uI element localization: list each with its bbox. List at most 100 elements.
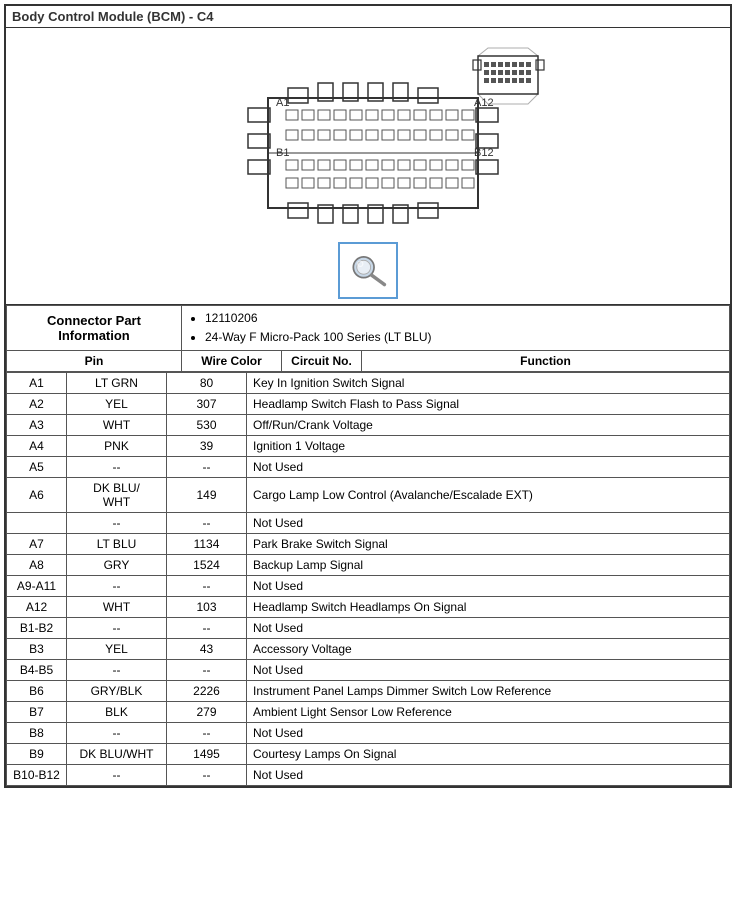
- svg-text:B12: B12: [474, 147, 494, 159]
- cell-wire: --: [67, 576, 167, 597]
- cell-function: Courtesy Lamps On Signal: [247, 744, 730, 765]
- cell-wire: --: [67, 723, 167, 744]
- header-function: Function: [362, 351, 730, 372]
- cell-function: Not Used: [247, 576, 730, 597]
- cell-wire: --: [67, 660, 167, 681]
- cell-circuit: 279: [167, 702, 247, 723]
- part-info-cell: 12110206 24-Way F Micro-Pack 100 Series …: [182, 306, 730, 351]
- cell-pin: B8: [7, 723, 67, 744]
- cell-function: Not Used: [247, 513, 730, 534]
- cell-wire: DK BLU/WHT: [67, 744, 167, 765]
- cell-wire: YEL: [67, 394, 167, 415]
- table-row: B3 YEL 43 Accessory Voltage: [7, 639, 730, 660]
- cell-circuit: --: [167, 576, 247, 597]
- cell-pin: A3: [7, 415, 67, 436]
- cell-function: Not Used: [247, 765, 730, 786]
- cell-function: Instrument Panel Lamps Dimmer Switch Low…: [247, 681, 730, 702]
- cell-pin: A2: [7, 394, 67, 415]
- cell-pin: A1: [7, 373, 67, 394]
- connector-part-row: Connector Part Information 12110206 24-W…: [7, 306, 730, 351]
- cell-function: Backup Lamp Signal: [247, 555, 730, 576]
- table-header-row: Pin Wire Color Circuit No. Function: [7, 351, 730, 372]
- cell-wire: WHT: [67, 415, 167, 436]
- table-row: B9 DK BLU/WHT 1495 Courtesy Lamps On Sig…: [7, 744, 730, 765]
- table-row: A3 WHT 530 Off/Run/Crank Voltage: [7, 415, 730, 436]
- cell-wire: WHT: [67, 597, 167, 618]
- table-row: B10-B12 -- -- Not Used: [7, 765, 730, 786]
- diagram-area: A1 A12 B1 B12: [6, 28, 730, 305]
- table-row: A7 LT BLU 1134 Park Brake Switch Signal: [7, 534, 730, 555]
- header-pin: Pin: [7, 351, 182, 372]
- cell-pin: A6: [7, 478, 67, 513]
- cell-circuit: 43: [167, 639, 247, 660]
- cell-circuit: --: [167, 765, 247, 786]
- table-row: B7 BLK 279 Ambient Light Sensor Low Refe…: [7, 702, 730, 723]
- cell-wire: GRY/BLK: [67, 681, 167, 702]
- table-row: A5 -- -- Not Used: [7, 457, 730, 478]
- cell-pin: B6: [7, 681, 67, 702]
- cell-function: Park Brake Switch Signal: [247, 534, 730, 555]
- cell-pin: A12: [7, 597, 67, 618]
- cell-circuit: 1495: [167, 744, 247, 765]
- part-number: 12110206: [205, 309, 724, 328]
- cell-circuit: 80: [167, 373, 247, 394]
- header-wire: Wire Color: [182, 351, 282, 372]
- cell-wire: LT GRN: [67, 373, 167, 394]
- cell-circuit: --: [167, 660, 247, 681]
- part-info-list: 12110206 24-Way F Micro-Pack 100 Series …: [187, 309, 724, 347]
- cell-function: Headlamp Switch Headlamps On Signal: [247, 597, 730, 618]
- cell-wire: PNK: [67, 436, 167, 457]
- table-row: B8 -- -- Not Used: [7, 723, 730, 744]
- data-table: A1 LT GRN 80 Key In Ignition Switch Sign…: [6, 372, 730, 786]
- cell-function: Cargo Lamp Low Control (Avalanche/Escala…: [247, 478, 730, 513]
- cell-function: Headlamp Switch Flash to Pass Signal: [247, 394, 730, 415]
- magnify-icon: [346, 250, 390, 288]
- cell-pin: B9: [7, 744, 67, 765]
- magnify-button[interactable]: [338, 242, 398, 299]
- cell-pin: A5: [7, 457, 67, 478]
- table-row: A9-A11 -- -- Not Used: [7, 576, 730, 597]
- cell-circuit: --: [167, 457, 247, 478]
- cell-circuit: --: [167, 618, 247, 639]
- table-row: A2 YEL 307 Headlamp Switch Flash to Pass…: [7, 394, 730, 415]
- connector-table: Connector Part Information 12110206 24-W…: [6, 305, 730, 372]
- table-row: A6 DK BLU/ WHT 149 Cargo Lamp Low Contro…: [7, 478, 730, 513]
- cell-function: Off/Run/Crank Voltage: [247, 415, 730, 436]
- svg-text:A12: A12: [474, 97, 494, 109]
- cell-wire: BLK: [67, 702, 167, 723]
- cell-function: Not Used: [247, 457, 730, 478]
- cell-wire: DK BLU/ WHT: [67, 478, 167, 513]
- cell-wire: --: [67, 618, 167, 639]
- table-row: B1-B2 -- -- Not Used: [7, 618, 730, 639]
- cell-circuit: 307: [167, 394, 247, 415]
- cell-circuit: 1524: [167, 555, 247, 576]
- cell-wire: --: [67, 457, 167, 478]
- cell-wire: GRY: [67, 555, 167, 576]
- cell-circuit: 39: [167, 436, 247, 457]
- cell-circuit: 103: [167, 597, 247, 618]
- cell-wire: YEL: [67, 639, 167, 660]
- table-row: A1 LT GRN 80 Key In Ignition Switch Sign…: [7, 373, 730, 394]
- connector-diagram: A1 A12 B1 B12: [188, 38, 548, 238]
- cell-circuit: --: [167, 513, 247, 534]
- cell-pin: B7: [7, 702, 67, 723]
- page-container: Body Control Module (BCM) - C4: [4, 4, 732, 788]
- cell-circuit: 149: [167, 478, 247, 513]
- cell-pin: B4-B5: [7, 660, 67, 681]
- table-row: -- -- Not Used: [7, 513, 730, 534]
- table-row: A8 GRY 1524 Backup Lamp Signal: [7, 555, 730, 576]
- svg-text:B1: B1: [276, 147, 289, 159]
- cell-pin: A9-A11: [7, 576, 67, 597]
- cell-wire: --: [67, 765, 167, 786]
- cell-wire: --: [67, 513, 167, 534]
- cell-function: Not Used: [247, 618, 730, 639]
- cell-wire: LT BLU: [67, 534, 167, 555]
- cell-circuit: --: [167, 723, 247, 744]
- cell-function: Ignition 1 Voltage: [247, 436, 730, 457]
- cell-pin: A7: [7, 534, 67, 555]
- svg-text:A1: A1: [276, 97, 289, 109]
- cell-function: Key In Ignition Switch Signal: [247, 373, 730, 394]
- cell-function: Accessory Voltage: [247, 639, 730, 660]
- connector-part-label: Connector Part Information: [7, 306, 182, 351]
- cell-circuit: 1134: [167, 534, 247, 555]
